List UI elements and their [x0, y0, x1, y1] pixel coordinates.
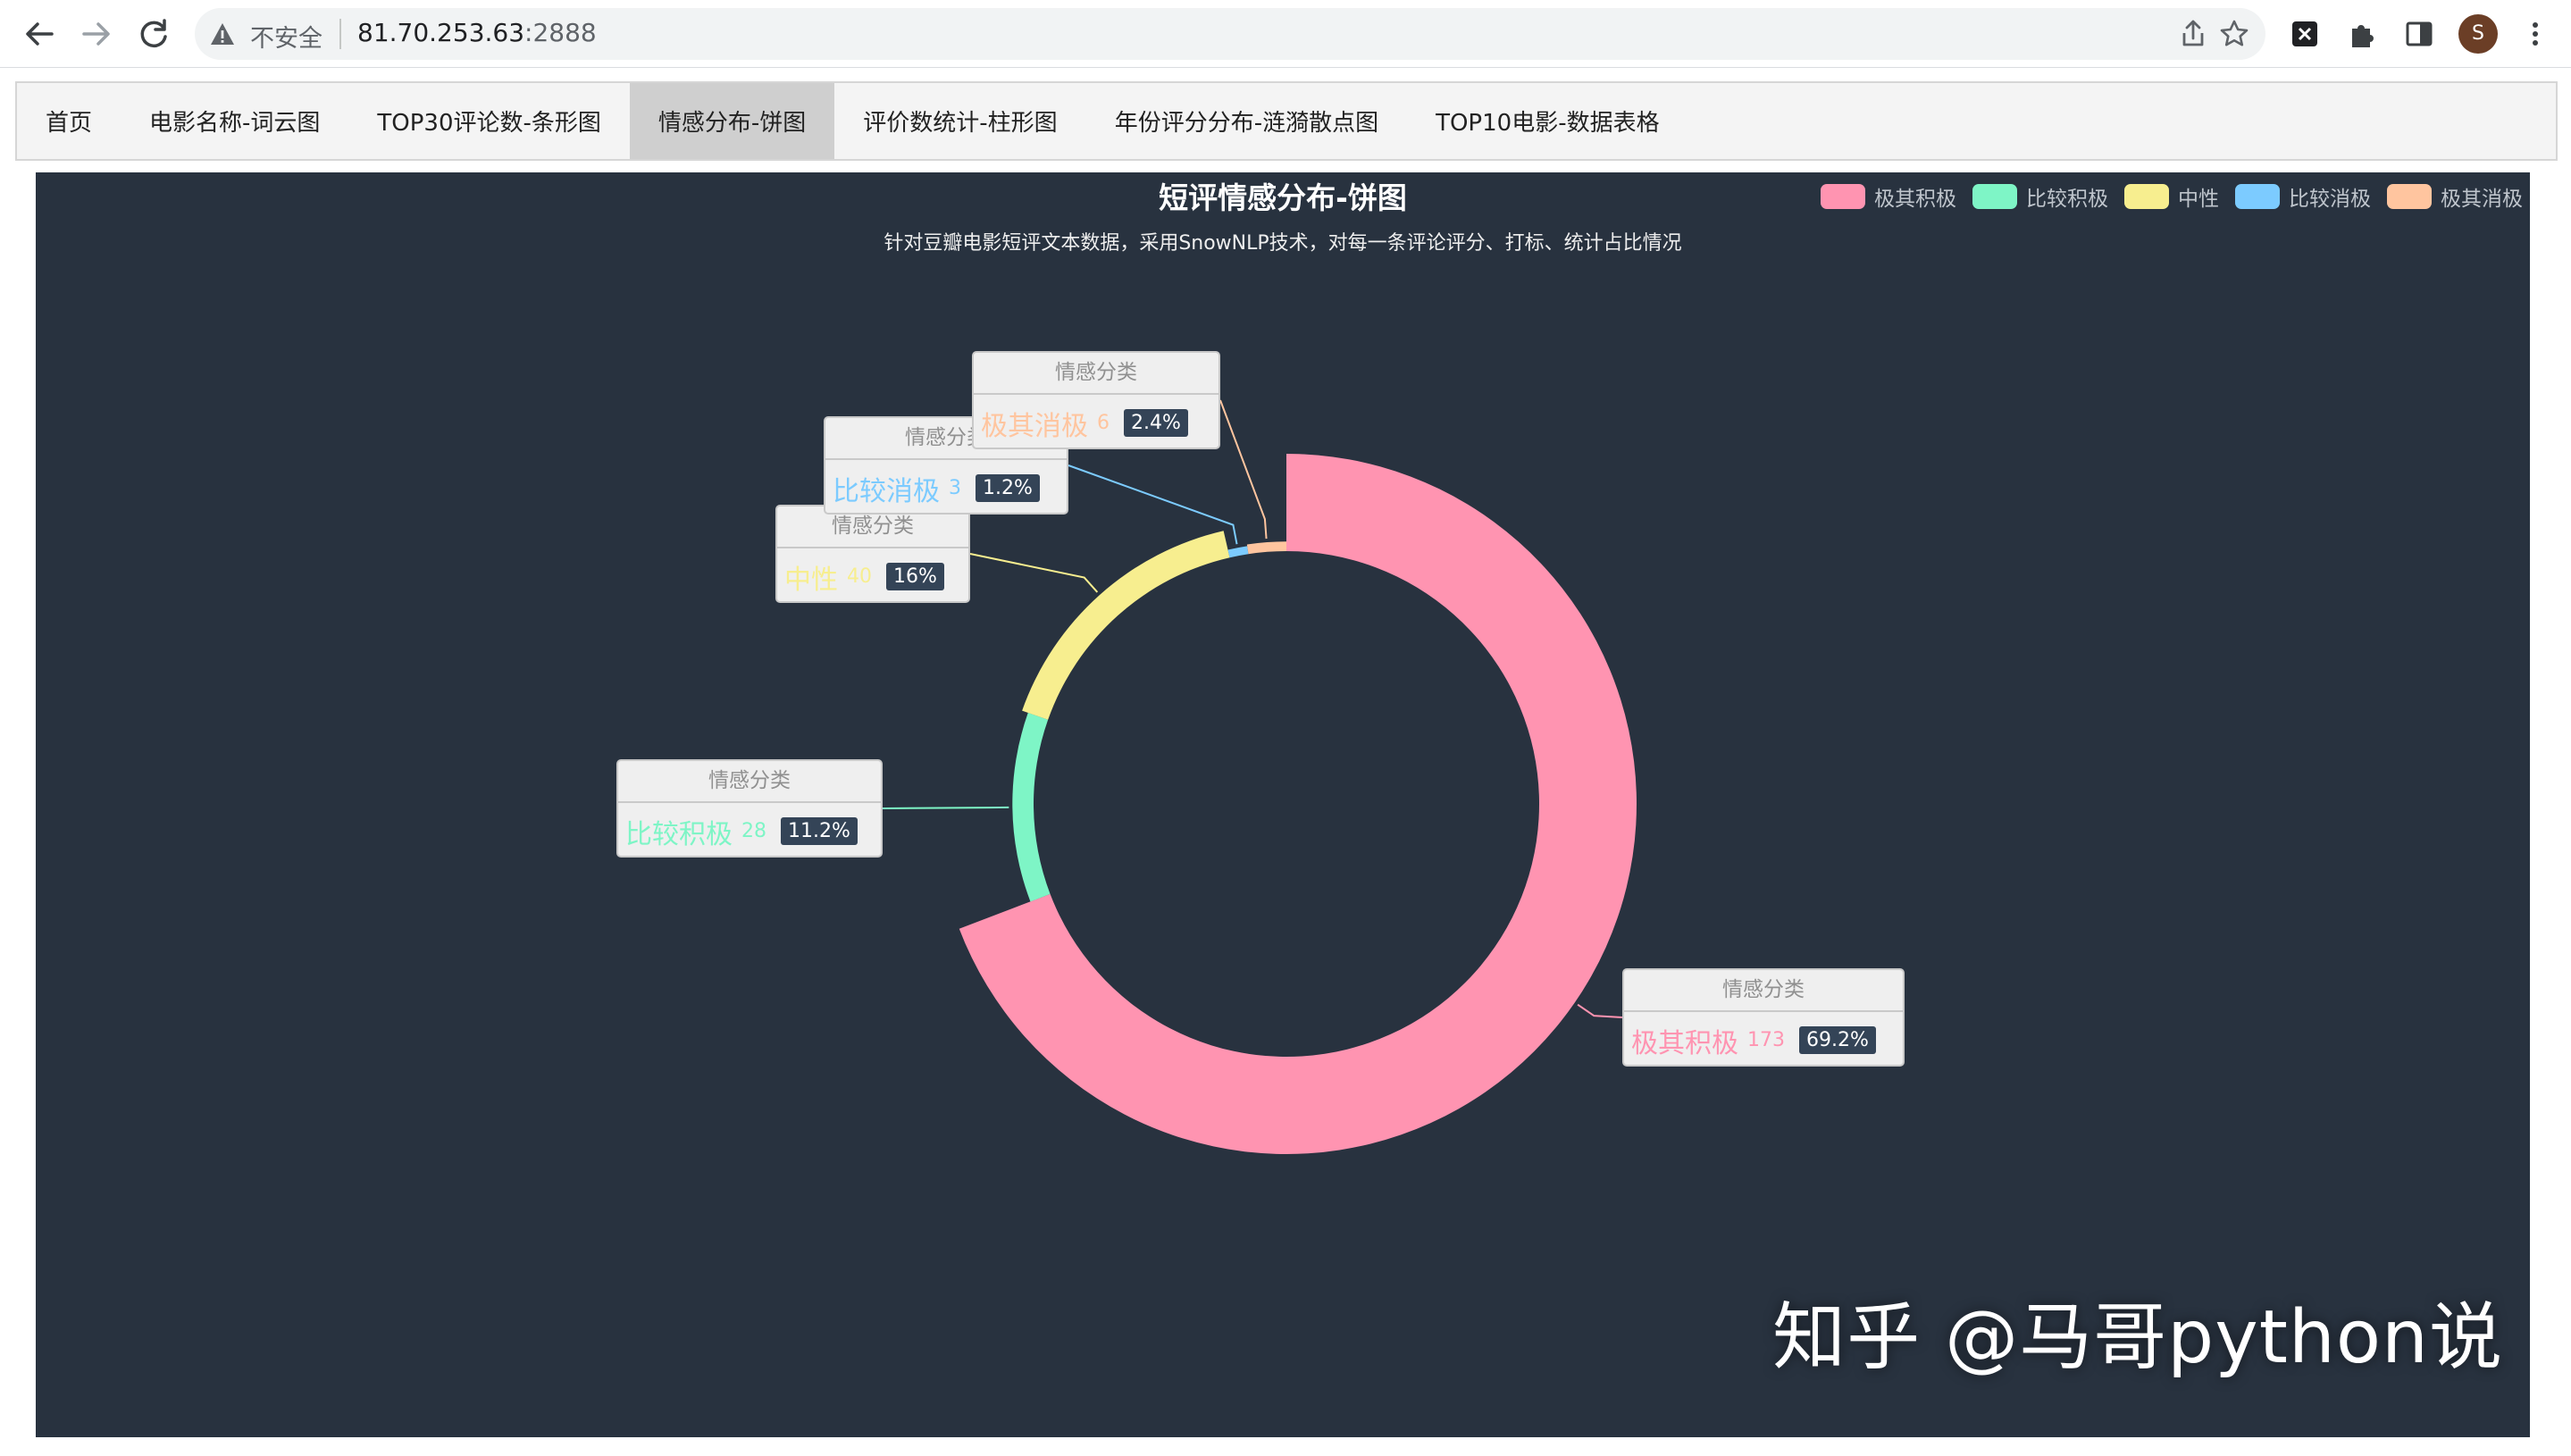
legend-label: 极其消极 [2441, 188, 2523, 211]
callout-label: 情感分类 比较积极 28 11.2% [616, 759, 883, 858]
site-nav: 首页 电影名称-词云图 TOP30评论数-条形图 情感分布-饼图 评价数统计-柱… [15, 81, 2558, 161]
legend-label: 比较积极 [2026, 188, 2108, 211]
callout-name: 极其积极 [1631, 1027, 1738, 1059]
share-icon[interactable] [2176, 17, 2210, 51]
callout-value: 173 [1747, 1029, 1785, 1051]
leader-line [969, 553, 1099, 593]
security-label[interactable]: 不安全 [250, 19, 322, 54]
extension-x-icon[interactable] [2287, 16, 2323, 52]
callout-header: 情感分类 [618, 761, 881, 803]
legend-swatch [1821, 184, 1865, 209]
legend-swatch [2387, 184, 2432, 209]
legend-item[interactable]: 极其积极 [1821, 181, 1956, 212]
callout-value: 6 [1097, 412, 1110, 434]
pie-slice[interactable] [1022, 531, 1230, 720]
callout-value: 40 [847, 565, 872, 588]
leader-line [882, 806, 1009, 809]
legend-item[interactable]: 比较消极 [2235, 181, 2371, 212]
nav-top10-table[interactable]: TOP10电影-数据表格 [1407, 83, 1688, 159]
callout-name: 中性 [784, 564, 838, 596]
pie-slice[interactable] [1012, 712, 1051, 902]
callout-percent: 2.4% [1124, 409, 1188, 437]
chart-area: 短评情感分布-饼图 针对豆瓣电影短评文本数据，采用SnowNLP技术，对每一条评… [36, 172, 2530, 1437]
url-text[interactable]: 81.70.253.63:2888 [357, 18, 597, 47]
donut-chart [882, 399, 1637, 1154]
pie-slice[interactable] [1227, 546, 1249, 558]
leader-line [1068, 464, 1238, 545]
chart-subtitle: 针对豆瓣电影短评文本数据，采用SnowNLP技术，对每一条评论评分、打标、统计占… [884, 232, 1682, 255]
nav-year-score-scatter[interactable]: 年份评分分布-涟漪散点图 [1086, 83, 1407, 159]
leader-line [1577, 1003, 1623, 1018]
callout-label: 情感分类 中性 40 16% [775, 505, 970, 603]
extensions-puzzle-icon[interactable] [2344, 16, 2380, 52]
reload-icon[interactable] [132, 13, 175, 55]
legend-swatch [2235, 184, 2280, 209]
callout-value: 28 [741, 820, 766, 842]
legend-label: 中性 [2178, 188, 2219, 211]
profile-avatar[interactable]: S [2458, 14, 2498, 54]
address-divider [339, 19, 341, 49]
legend-item[interactable]: 极其消极 [2387, 181, 2523, 212]
legend-label: 极其积极 [1874, 188, 1956, 211]
not-secure-warning-icon[interactable] [209, 21, 236, 47]
legend-swatch [1972, 184, 2017, 209]
legend-label: 比较消极 [2289, 188, 2371, 211]
nav-wordcloud[interactable]: 电影名称-词云图 [121, 83, 348, 159]
url-host: 81.70.253.63 [357, 18, 525, 47]
nav-home[interactable]: 首页 [17, 83, 121, 159]
watermark: 知乎 @马哥python说 [1772, 1295, 2503, 1380]
callout-header: 情感分类 [974, 353, 1219, 395]
side-panel-icon[interactable] [2401, 16, 2437, 52]
nav-sentiment-pie[interactable]: 情感分布-饼图 [629, 83, 835, 159]
legend-item[interactable]: 比较积极 [1972, 181, 2108, 212]
callout-percent: 1.2% [976, 474, 1040, 502]
callout-percent: 16% [886, 563, 944, 590]
callout-header: 情感分类 [1624, 970, 1903, 1012]
callout-label: 情感分类 极其积极 173 69.2% [1622, 968, 1905, 1067]
back-icon[interactable] [18, 13, 61, 55]
callout-value: 3 [949, 477, 961, 499]
callout-percent: 69.2% [1799, 1026, 1876, 1054]
bookmark-star-icon[interactable] [2217, 17, 2251, 51]
pie-slice[interactable] [959, 454, 1637, 1154]
url-port: :2888 [524, 18, 597, 47]
browser-toolbar: 不安全 81.70.253.63:2888 S [0, 0, 2571, 68]
pie-slice[interactable] [1246, 541, 1286, 555]
callout-label: 情感分类 极其消极 6 2.4% [972, 351, 1220, 449]
forward-icon[interactable] [75, 13, 118, 55]
address-bar[interactable]: 不安全 81.70.253.63:2888 [195, 8, 2265, 60]
chart-legend: 极其积极 比较积极 中性 比较消极 极其消极 [1821, 181, 2523, 212]
callout-name: 比较积极 [625, 818, 733, 850]
legend-swatch [2124, 184, 2169, 209]
legend-item[interactable]: 中性 [2124, 181, 2219, 212]
leader-line [1219, 399, 1268, 540]
menu-kebab-icon[interactable] [2517, 16, 2553, 52]
callout-percent: 11.2% [781, 817, 858, 845]
nav-top30-barh[interactable]: TOP30评论数-条形图 [348, 83, 630, 159]
callout-name: 比较消极 [833, 475, 940, 507]
callout-name: 极其消极 [981, 410, 1088, 442]
nav-rating-count-bar[interactable]: 评价数统计-柱形图 [834, 83, 1085, 159]
